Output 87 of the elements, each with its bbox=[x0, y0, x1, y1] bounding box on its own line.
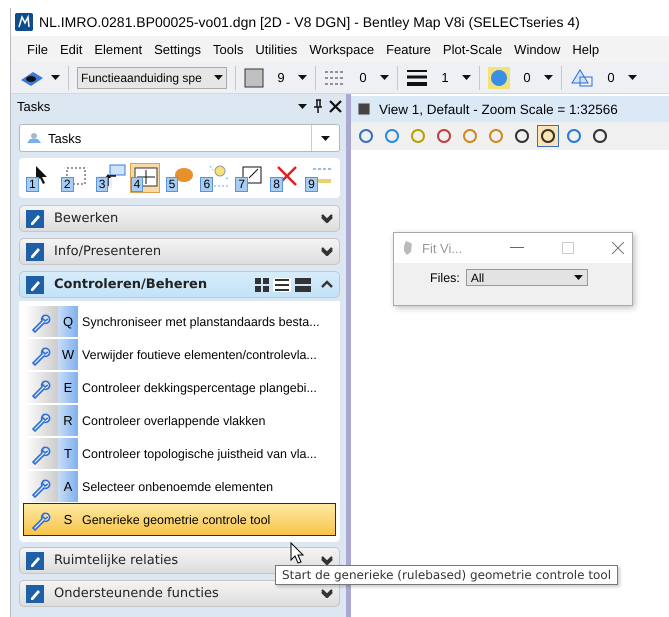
task-tool-button[interactable]: 2 bbox=[60, 163, 90, 193]
task-item[interactable]: R Controleer overlappende vlakken bbox=[23, 404, 336, 437]
tasks-icon bbox=[26, 131, 42, 145]
task-item[interactable]: Q Synchroniseer met planstandaards besta... bbox=[23, 305, 336, 338]
menu-item[interactable]: Window bbox=[508, 42, 566, 56]
menu-item[interactable]: Plot-Scale bbox=[436, 42, 508, 56]
fit-view-dialog: Fit Vi... Files: All bbox=[393, 232, 633, 306]
menu-item[interactable]: File bbox=[21, 42, 54, 56]
view-header: View 1, Default - Zoom Scale = 1:32566 bbox=[351, 96, 669, 122]
expand-chevron-icon[interactable] bbox=[321, 589, 333, 598]
caret-icon bbox=[462, 75, 471, 80]
view-tool-icon bbox=[592, 128, 608, 144]
section-icon bbox=[26, 584, 44, 602]
caret-icon bbox=[628, 75, 637, 80]
section-icon bbox=[26, 276, 44, 294]
tooltip: Start de generieke (rulebased) geometrie controle tool bbox=[275, 565, 618, 585]
tasks-dropdown[interactable]: Tasks bbox=[19, 124, 340, 152]
line-weight-icon[interactable] bbox=[406, 68, 428, 88]
task-tool-button[interactable]: 1 bbox=[25, 163, 55, 193]
level-dropdown[interactable]: Functieaanduiding spe bbox=[77, 66, 227, 88]
task-item[interactable]: S Generieke geometrie controle tool bbox=[23, 503, 336, 536]
task-tool-button[interactable]: 8 bbox=[269, 163, 300, 193]
line-weight-value: 1 bbox=[440, 70, 450, 85]
caret-icon bbox=[214, 75, 223, 80]
window-title: NL.IMRO.0281.BP00025-vo01.dgn [2D - V8 DGN] - Bentley Map V8i (SELECTseries 4) bbox=[39, 14, 580, 30]
shapes-icon[interactable] bbox=[570, 68, 594, 88]
section-icon bbox=[26, 552, 44, 570]
menu-item[interactable]: Element bbox=[88, 42, 148, 56]
view-tool-icon bbox=[514, 128, 530, 144]
color-swatch-icon[interactable] bbox=[244, 68, 264, 88]
task-item[interactable]: E Controleer dekkingspercentage plangebi... bbox=[23, 371, 336, 404]
section-icon bbox=[26, 210, 44, 228]
dropdown-caret-icon bbox=[321, 136, 330, 140]
pane-title: Tasks bbox=[17, 98, 50, 114]
transparency-value: 0 bbox=[522, 70, 532, 85]
app-logo-icon bbox=[15, 13, 33, 31]
caret-icon bbox=[574, 275, 583, 280]
task-item[interactable]: W Verwijder foutieve elementen/controlevla... bbox=[23, 338, 336, 371]
color-value: 9 bbox=[276, 70, 286, 85]
view-window-icon bbox=[357, 102, 371, 116]
section-header[interactable]: Ondersteunende functies bbox=[19, 580, 340, 607]
view-tool-icon bbox=[436, 128, 452, 144]
task-item[interactable]: A Selecteer onbenoemde elementen bbox=[23, 470, 336, 503]
task-tool-button[interactable]: 4 bbox=[130, 163, 160, 193]
pane-menu-icon bbox=[298, 104, 307, 108]
task-tool-button[interactable]: 3 bbox=[94, 163, 125, 193]
menu-item[interactable]: Utilities bbox=[249, 42, 304, 56]
view-tool-icon bbox=[488, 128, 504, 144]
menu-item[interactable]: Feature bbox=[380, 42, 437, 56]
priority-value: 0 bbox=[606, 70, 616, 85]
caret-icon bbox=[380, 75, 389, 80]
view-tool-button[interactable] bbox=[537, 125, 559, 147]
expand-chevron-icon[interactable] bbox=[321, 214, 333, 223]
view-tool-icon bbox=[540, 128, 556, 144]
view-tool-icon bbox=[358, 128, 374, 144]
minimize-icon[interactable] bbox=[510, 247, 524, 249]
expand-chevron-icon[interactable] bbox=[321, 556, 333, 565]
task-item[interactable]: T Controleer topologische juistheid van vla... bbox=[23, 437, 336, 470]
view-tool-icon bbox=[462, 128, 478, 144]
caret-icon bbox=[544, 75, 553, 80]
task-tool-button[interactable]: 5 bbox=[164, 163, 194, 193]
expand-chevron-icon[interactable] bbox=[321, 247, 333, 256]
caret-icon bbox=[51, 75, 60, 80]
close-icon[interactable] bbox=[329, 100, 342, 112]
task-tool-button[interactable]: 9 bbox=[304, 163, 334, 193]
caret-icon bbox=[298, 75, 307, 80]
dropdown-value: Tasks bbox=[48, 130, 82, 146]
view-tool-icon bbox=[566, 128, 582, 144]
section-header[interactable]: Info/Presenteren bbox=[19, 238, 340, 265]
collapse-chevron-icon[interactable] bbox=[321, 280, 333, 289]
menu-item[interactable]: Settings bbox=[148, 42, 208, 56]
line-style-value: 0 bbox=[358, 70, 368, 85]
files-label: Files: bbox=[430, 270, 460, 284]
task-tool-button[interactable]: 6 bbox=[199, 163, 230, 193]
files-dropdown[interactable]: All bbox=[466, 269, 588, 286]
view-tool-icon bbox=[410, 128, 426, 144]
section-icon bbox=[26, 242, 44, 260]
menu-item[interactable]: Help bbox=[566, 42, 606, 56]
view-tool-icon bbox=[384, 128, 400, 144]
view-mode-icon[interactable] bbox=[255, 278, 311, 292]
menu-item[interactable]: Edit bbox=[54, 42, 88, 56]
task-tool-button[interactable]: 7 bbox=[234, 163, 264, 193]
section-header[interactable]: Bewerken bbox=[19, 205, 340, 232]
pin-icon[interactable] bbox=[313, 99, 323, 113]
menu-item[interactable]: Tools bbox=[207, 42, 250, 56]
menu-item[interactable]: Workspace bbox=[303, 42, 380, 56]
section-header[interactable]: Controleren/Beheren bbox=[19, 271, 340, 298]
